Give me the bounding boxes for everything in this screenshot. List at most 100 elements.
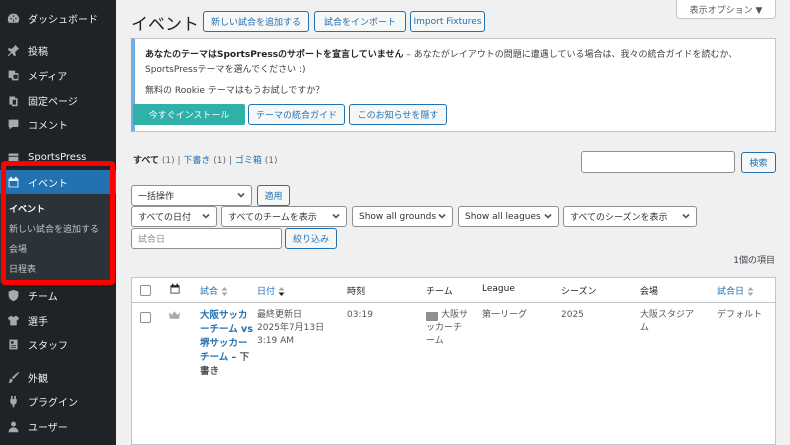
grounds-filter-value: Show all grounds xyxy=(359,211,437,222)
sidebar-item-label: 選手 xyxy=(28,316,48,328)
sidebar-item-label: スタッフ xyxy=(28,340,68,352)
view-all-count: (1) xyxy=(159,156,178,166)
notice-text-2: SportsPressテーマを選んでください :) xyxy=(145,65,306,75)
sort-icon xyxy=(221,287,228,297)
column-date-label: 日付 xyxy=(257,287,276,297)
column-match-label: 試合 xyxy=(200,287,219,297)
column-match-day-label: 試合日 xyxy=(717,287,745,297)
shirt-icon xyxy=(6,313,20,327)
event-date: 最終更新日 2025年7月13日 3:19 AM xyxy=(257,309,337,348)
sidebar-item-label: メディア xyxy=(28,71,68,83)
notice-bold: あなたのテーマはSportsPressのサポートを宣言していません xyxy=(145,50,404,60)
events-table: 試合 日付 時刻 チーム League シーズン 会場 試合日 大阪サッカーチー… xyxy=(131,277,776,445)
sidebar-item-label: 固定ページ xyxy=(28,96,78,108)
event-time: 03:19 xyxy=(347,310,373,320)
sidebar-item-label: 投稿 xyxy=(28,46,48,58)
theme-guide-button[interactable]: テーマの統合ガイド xyxy=(248,104,345,125)
column-season: シーズン xyxy=(561,287,597,297)
event-league: 第一リーグ xyxy=(482,310,528,320)
event-venue: 大阪スタジアム xyxy=(640,310,695,333)
sidebar-item-players[interactable]: 選手 xyxy=(0,308,116,332)
add-new-match-button[interactable]: 新しい試合を追加する xyxy=(203,11,309,32)
sidebar-item-label: ユーザー xyxy=(28,422,68,434)
event-team: 大阪サッカーチーム xyxy=(426,310,469,346)
column-time: 時刻 xyxy=(347,287,366,297)
theme-support-notice: あなたのテーマはSportsPressのサポートを宣言していません – あなたが… xyxy=(131,38,776,132)
chevron-down-icon xyxy=(236,190,246,200)
notice-text-3: 無料の Rookie テーマはもうお試しですか？ xyxy=(145,86,325,96)
dashboard-icon xyxy=(6,11,20,25)
comment-icon xyxy=(6,117,20,131)
view-draft[interactable]: 下書き xyxy=(183,156,210,166)
chevron-down-icon xyxy=(437,211,447,221)
date-line-1: 最終更新日 xyxy=(257,310,303,320)
filter-button[interactable]: 絞り込み xyxy=(285,228,337,249)
grounds-filter-select[interactable]: Show all grounds xyxy=(352,206,453,227)
view-all[interactable]: すべて xyxy=(133,156,159,166)
column-team: チーム xyxy=(426,287,453,297)
sidebar-item-users[interactable]: ユーザー xyxy=(0,414,116,438)
highlight-box xyxy=(1,161,115,285)
sort-icon xyxy=(278,287,285,297)
chevron-down-icon xyxy=(681,211,691,221)
view-separator: | xyxy=(177,156,181,166)
event-title[interactable]: 大阪サッカーチーム vs 堺サッカーチーム – 下書き xyxy=(200,309,256,379)
column-match-day[interactable]: 試合日 xyxy=(717,284,754,297)
seasons-filter-select[interactable]: すべてのシーズンを表示 xyxy=(563,206,697,227)
sidebar-item-comments[interactable]: コメント xyxy=(0,112,116,136)
calendar-icon xyxy=(169,283,181,295)
sidebar-item-teams[interactable]: チーム xyxy=(0,283,116,307)
team-filter-select[interactable]: すべてのチームを表示 xyxy=(221,206,347,227)
row-checkbox[interactable] xyxy=(140,312,151,323)
sidebar-item-label: 外観 xyxy=(28,373,48,385)
screen-options-button[interactable]: 表示オプション ▼ xyxy=(676,0,776,19)
column-league: League xyxy=(482,284,515,294)
import-matches-button[interactable]: 試合をインポート xyxy=(314,11,406,32)
media-icon xyxy=(6,68,20,82)
page-title: イベント xyxy=(131,15,199,35)
sidebar-item-posts[interactable]: 投稿 xyxy=(0,38,116,62)
view-trash[interactable]: ゴミ箱 xyxy=(235,156,262,166)
leagues-filter-select[interactable]: Show all leagues xyxy=(458,206,559,227)
sidebar-item-pages[interactable]: 固定ページ xyxy=(0,88,116,112)
column-match[interactable]: 試合 xyxy=(200,284,228,297)
match-date-input[interactable]: 試合日 xyxy=(131,228,282,249)
view-trash-count: (1) xyxy=(261,156,278,166)
chevron-down-icon xyxy=(543,211,553,221)
notice-line-1: あなたのテーマはSportsPressのサポートを宣言していません – あなたが… xyxy=(145,47,737,60)
pin-icon xyxy=(6,43,20,57)
sidebar-item-label: チーム xyxy=(28,291,58,303)
view-draft-count: (1) xyxy=(210,156,229,166)
sidebar-item-staff[interactable]: スタッフ xyxy=(0,332,116,356)
view-separator: | xyxy=(228,156,232,166)
import-fixtures-button[interactable]: Import Fixtures xyxy=(410,11,485,32)
page-icon xyxy=(6,93,20,107)
hide-notice-button[interactable]: このお知らせを隠す xyxy=(349,104,447,125)
item-count: 1個の項目 xyxy=(733,256,775,266)
leagues-filter-value: Show all leagues xyxy=(465,211,541,222)
chevron-down-icon xyxy=(331,211,341,221)
user-icon xyxy=(6,419,20,433)
search-input[interactable] xyxy=(581,151,735,173)
select-all-checkbox[interactable] xyxy=(140,285,151,296)
sidebar-item-dashboard[interactable]: ダッシュボード xyxy=(0,6,116,30)
sidebar-item-label: ダッシュボード xyxy=(28,14,98,26)
shield-icon xyxy=(6,288,20,302)
sidebar-item-media[interactable]: メディア xyxy=(0,63,116,87)
apply-button[interactable]: 適用 xyxy=(257,185,290,206)
column-date[interactable]: 日付 xyxy=(257,284,285,297)
bulk-actions-select[interactable]: 一括操作 xyxy=(131,185,252,206)
date-filter-select[interactable]: すべての日付 xyxy=(131,206,217,227)
id-card-icon xyxy=(6,337,20,351)
status-views: すべて (1) | 下書き (1) | ゴミ箱 (1) xyxy=(133,153,277,166)
sidebar-item-plugins[interactable]: プラグイン xyxy=(0,389,116,413)
notice-text-1: – あなたがレイアウトの問題に遭遇している場合は、我々の統合ガイドを読むか、 xyxy=(403,50,738,60)
table-header: 試合 日付 時刻 チーム League シーズン 会場 試合日 xyxy=(132,278,775,303)
date-filter-value: すべての日付 xyxy=(138,213,192,223)
column-venue: 会場 xyxy=(640,287,659,297)
seasons-filter-value: すべてのシーズンを表示 xyxy=(570,213,668,223)
sidebar-item-appearance[interactable]: 外観 xyxy=(0,365,116,389)
search-button[interactable]: 検索 xyxy=(741,152,776,173)
plugin-icon xyxy=(6,394,20,408)
install-now-button[interactable]: 今すぐインストール xyxy=(133,104,245,125)
